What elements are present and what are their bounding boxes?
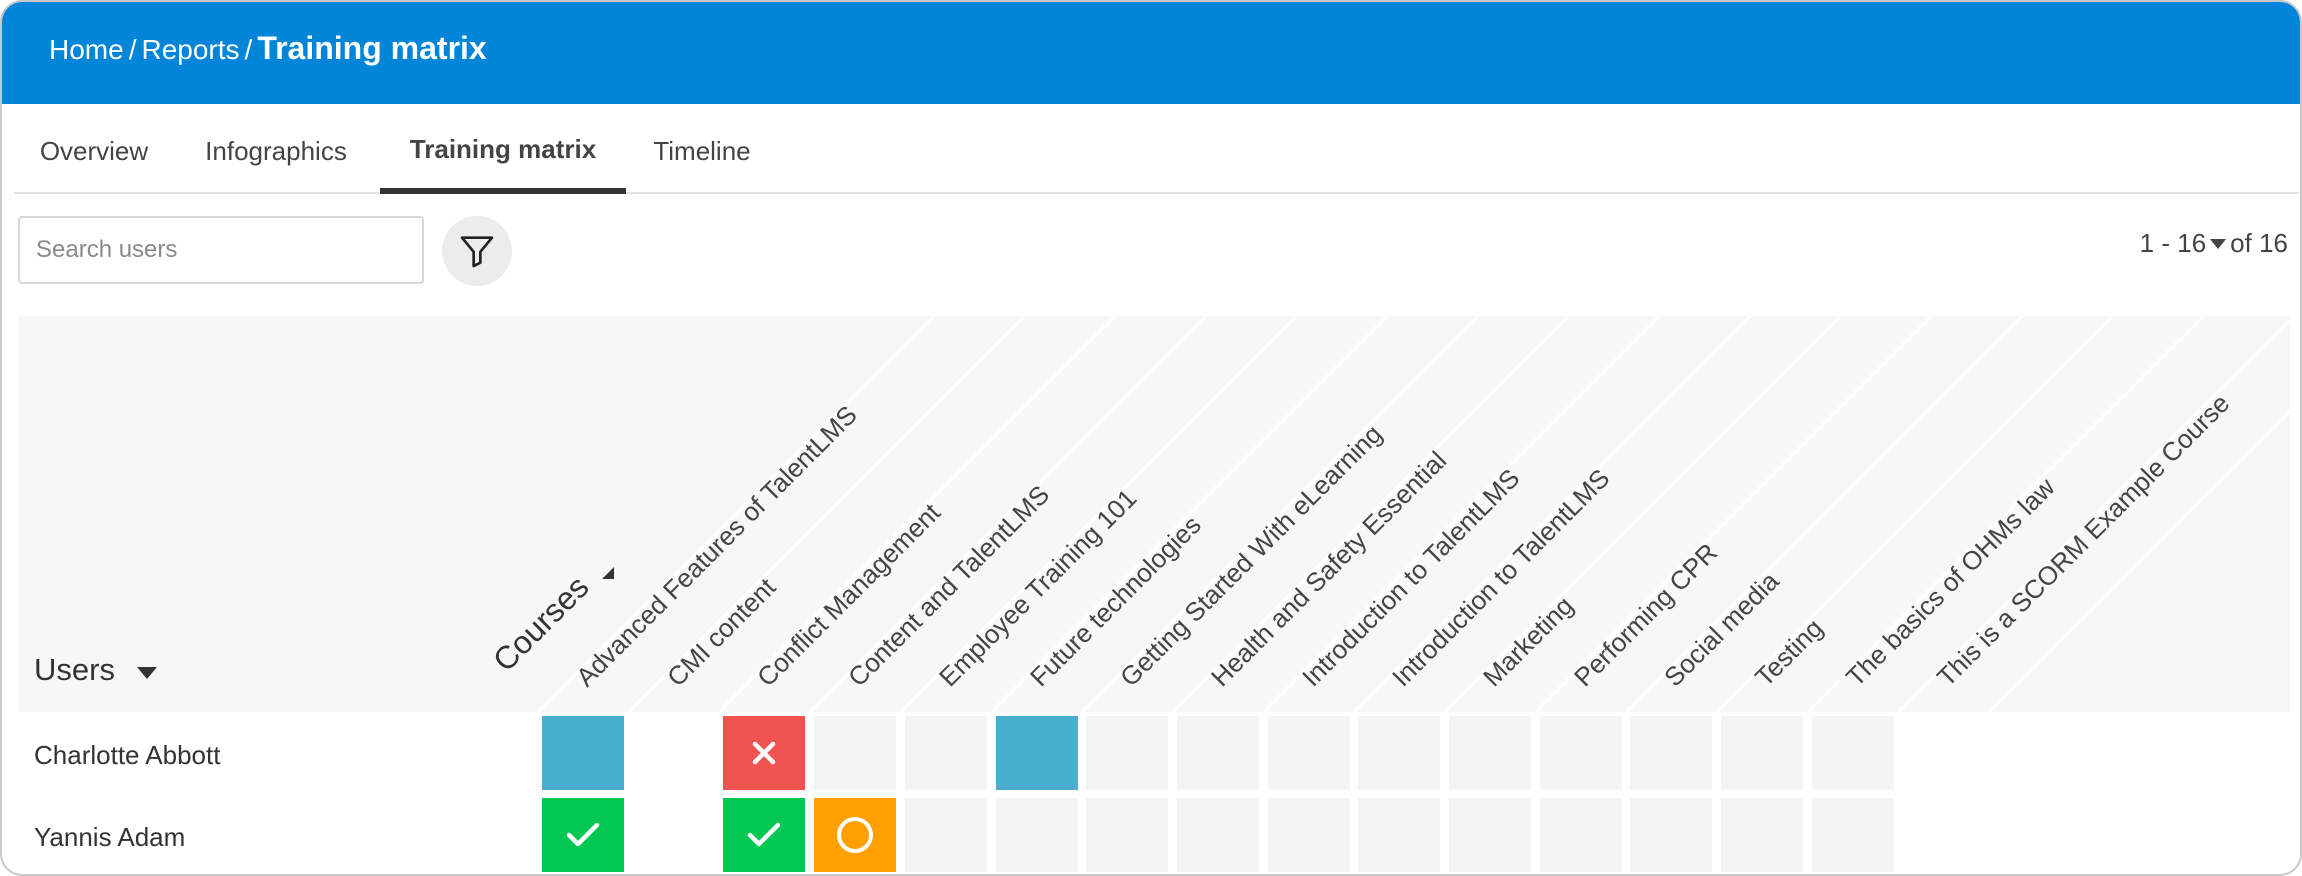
matrix-cell-empty[interactable] (1358, 716, 1441, 790)
matrix-cell-empty[interactable] (1449, 798, 1531, 872)
in-progress-circle-icon (837, 817, 874, 853)
courses-sort-icon[interactable] (602, 567, 614, 579)
matrix-cell-empty[interactable] (1176, 716, 1259, 790)
user-name[interactable]: Charlotte Abbott (34, 740, 220, 771)
matrix-cell-enrolled[interactable] (542, 716, 624, 790)
matrix-cell-empty[interactable] (1630, 716, 1713, 790)
matrix-cell-empty[interactable] (1630, 798, 1713, 872)
matrix-cell-empty[interactable] (1267, 798, 1350, 872)
app-frame: Home / Reports / Training matrix Overview In… (0, 0, 2302, 876)
matrix-cell-empty[interactable] (1811, 716, 1894, 790)
matrix-cell-empty[interactable] (1811, 798, 1894, 872)
check-icon (748, 822, 781, 847)
matrix-cell-empty[interactable] (995, 798, 1078, 872)
matrix-cell-empty[interactable] (1539, 798, 1622, 872)
users-column-header[interactable]: Users (34, 652, 115, 688)
matrix-cell-empty[interactable] (1721, 716, 1804, 790)
check-icon (566, 822, 600, 847)
matrix-cell-empty[interactable] (904, 716, 987, 790)
matrix-cell-empty[interactable] (1267, 716, 1350, 790)
matrix-cell-completed[interactable] (723, 798, 806, 872)
matrix-cell-in-progress[interactable] (814, 798, 897, 872)
matrix-cell-completed[interactable] (542, 798, 624, 872)
matrix-cell-empty[interactable] (1721, 798, 1804, 872)
matrix-cell-empty[interactable] (1086, 798, 1169, 872)
users-sort-icon[interactable] (137, 667, 157, 679)
matrix-cell-empty[interactable] (814, 716, 897, 790)
matrix-cell-empty[interactable] (1086, 716, 1169, 790)
matrix-cell-empty[interactable] (904, 798, 987, 872)
matrix-cell-empty[interactable] (1539, 716, 1622, 790)
matrix-cell-empty[interactable] (1449, 716, 1531, 790)
column-divider (1988, 410, 2292, 714)
matrix-cell-empty[interactable] (1358, 798, 1441, 872)
close-icon (753, 741, 776, 765)
matrix-cell-empty[interactable] (1176, 798, 1259, 872)
matrix-cell-failed[interactable] (723, 716, 806, 790)
user-name[interactable]: Yannis Adam (34, 822, 185, 853)
matrix-cell-enrolled[interactable] (995, 716, 1078, 790)
